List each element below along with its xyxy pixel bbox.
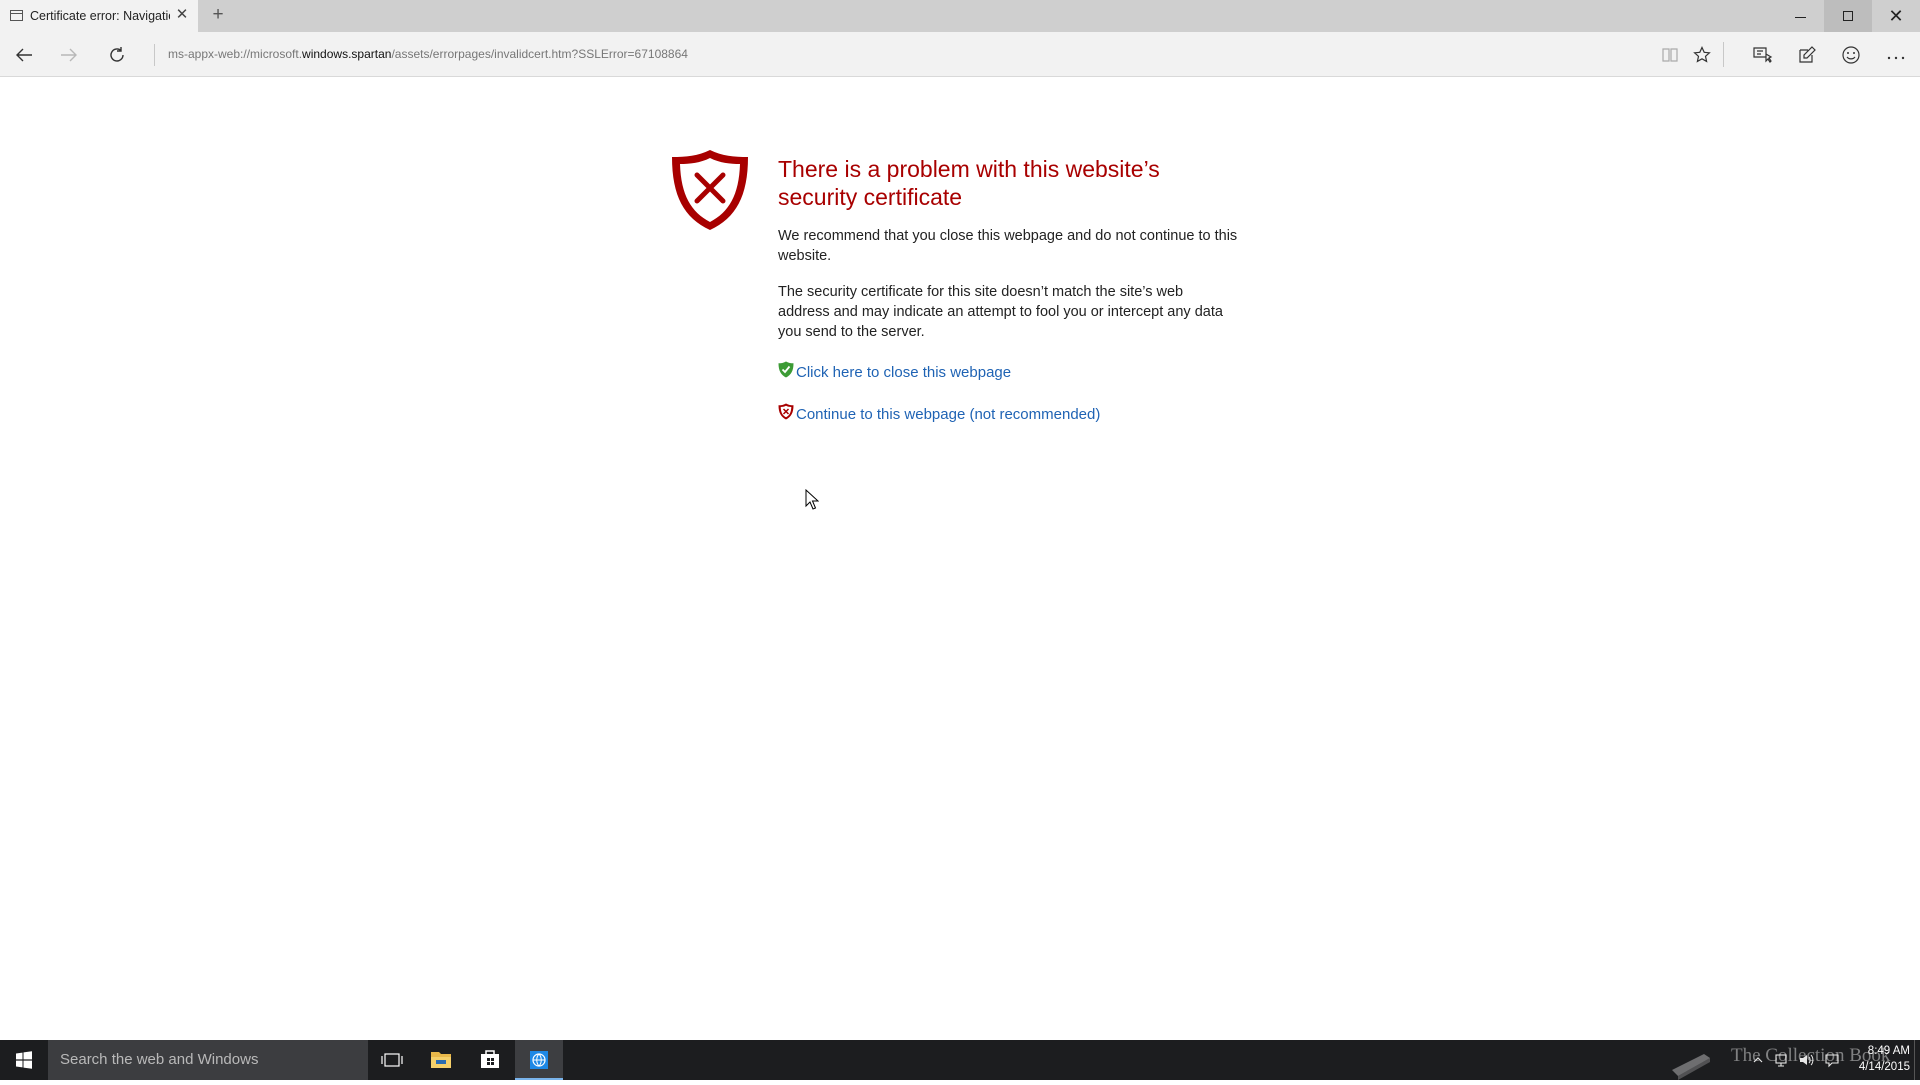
tab-title: Certificate error: Navigatio — [30, 9, 170, 23]
continue-webpage-link[interactable]: Continue to this webpage (not recommende… — [778, 403, 1100, 425]
more-actions-button[interactable] — [1882, 41, 1910, 69]
task-view-button[interactable] — [368, 1040, 416, 1080]
clock-time: 8:49 AM — [1867, 1045, 1910, 1057]
hub-icon — [1753, 47, 1773, 63]
taskbar-search-box[interactable]: Search the web and Windows — [48, 1040, 368, 1080]
feedback-smiley-icon — [1842, 46, 1860, 64]
volume-button[interactable] — [1798, 1052, 1814, 1068]
feedback-button[interactable] — [1837, 41, 1865, 69]
more-actions-icon — [1887, 56, 1905, 60]
network-button[interactable] — [1774, 1052, 1790, 1068]
new-tab-button[interactable]: + — [208, 5, 228, 25]
taskbar: Search the web and Windows The Collectio… — [0, 1040, 1920, 1080]
favorite-button[interactable] — [1688, 41, 1716, 69]
address-host: windows.spartan — [302, 47, 392, 61]
close-webpage-link-label[interactable]: Click here to close this webpage — [796, 364, 1011, 381]
web-note-button[interactable] — [1793, 41, 1821, 69]
store-button[interactable] — [466, 1040, 514, 1080]
close-webpage-link[interactable]: Click here to close this webpage — [778, 361, 1011, 383]
minimize-button[interactable] — [1776, 0, 1824, 32]
speaker-icon — [1800, 1054, 1814, 1066]
reading-view-button[interactable] — [1656, 41, 1684, 69]
address-prefix: ms-appx-web://microsoft. — [168, 47, 303, 61]
title-bar: Certificate error: Navigatio ✕ + ✕ — [0, 0, 1920, 32]
network-icon — [1775, 1054, 1787, 1067]
show-desktop-button[interactable] — [1914, 1040, 1920, 1080]
continue-webpage-link-label[interactable]: Continue to this webpage (not recommende… — [796, 406, 1100, 423]
minimize-icon — [1794, 16, 1806, 18]
address-divider — [154, 44, 155, 66]
folder-icon — [431, 1052, 451, 1068]
hub-button[interactable] — [1749, 41, 1777, 69]
task-view-icon — [381, 1053, 403, 1067]
red-shield-icon — [778, 403, 794, 419]
close-window-button[interactable]: ✕ — [1872, 0, 1920, 32]
action-center-button[interactable] — [1824, 1052, 1840, 1068]
store-bag-icon — [481, 1050, 499, 1068]
tab-certificate-error[interactable]: Certificate error: Navigatio ✕ — [0, 0, 198, 32]
navigation-bar: ms-appx-web://microsoft.windows.spartan/… — [0, 32, 1920, 77]
search-placeholder: Search the web and Windows — [60, 1051, 259, 1068]
green-shield-icon — [778, 361, 794, 377]
mouse-cursor-icon — [805, 489, 819, 510]
browser-taskbar-button[interactable] — [515, 1040, 563, 1080]
address-suffix: /assets/errorpages/invalidcert.htm?SSLEr… — [391, 47, 688, 61]
certificate-details-text: The security certificate for this site d… — [778, 284, 1223, 340]
browser-globe-icon — [530, 1051, 548, 1069]
toolbar-divider — [1723, 42, 1724, 67]
page-icon — [10, 10, 23, 21]
refresh-button[interactable] — [103, 41, 131, 69]
start-button[interactable] — [0, 1040, 48, 1080]
restore-button[interactable] — [1824, 0, 1872, 32]
tab-close-icon[interactable]: ✕ — [173, 6, 191, 24]
web-note-icon — [1799, 46, 1816, 63]
back-icon — [16, 48, 32, 62]
restore-icon — [1843, 11, 1853, 22]
message-icon — [1825, 1054, 1839, 1068]
favorite-star-icon — [1693, 46, 1711, 63]
file-explorer-button[interactable] — [417, 1040, 465, 1080]
page-title: There is a problem with this website’s s… — [778, 156, 1160, 210]
chevron-up-icon — [1753, 1057, 1763, 1063]
address-bar[interactable]: ms-appx-web://microsoft.windows.spartan/… — [168, 47, 688, 61]
refresh-icon — [110, 47, 124, 62]
reading-view-icon — [1662, 48, 1678, 62]
system-clock[interactable]: 8:49 AM 4/14/2015 — [1846, 1043, 1910, 1075]
windows-logo-icon — [16, 1051, 32, 1069]
show-hidden-icons-button[interactable] — [1750, 1052, 1766, 1068]
back-button[interactable] — [10, 41, 38, 69]
forward-button[interactable] — [55, 41, 83, 69]
recommendation-text: We recommend that you close this webpage… — [778, 228, 1238, 264]
forward-icon — [61, 48, 77, 62]
error-shield-icon — [672, 150, 748, 230]
clock-date: 4/14/2015 — [1858, 1061, 1910, 1073]
